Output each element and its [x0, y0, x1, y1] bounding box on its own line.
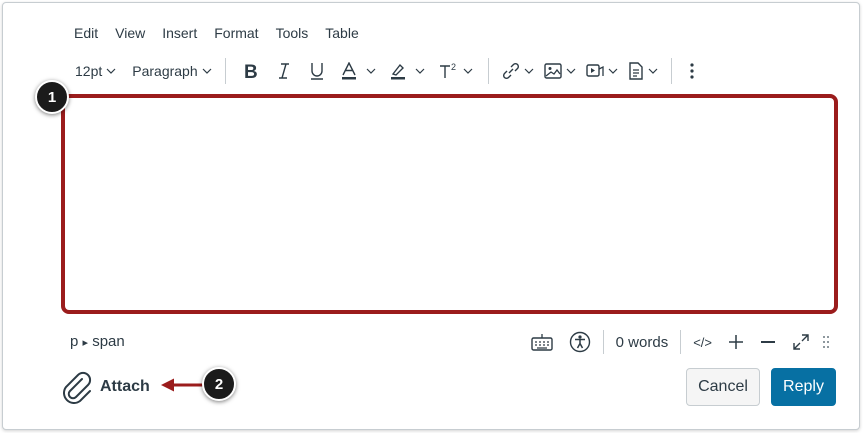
- menu-format[interactable]: Format: [214, 24, 258, 42]
- chevron-down-icon: [366, 68, 376, 74]
- fullscreen-button[interactable]: [784, 328, 818, 356]
- svg-text:B: B: [244, 62, 258, 80]
- path-separator: ▸: [82, 337, 89, 349]
- highlight-color-icon: [390, 63, 405, 80]
- drag-handle-icon: [823, 336, 829, 348]
- text-color-icon: [341, 62, 356, 80]
- image-icon: [543, 63, 562, 79]
- editor-statusbar: p ▸ span 0 words </>: [60, 326, 840, 358]
- document-icon: [628, 62, 643, 80]
- minus-icon: [761, 341, 775, 343]
- chevron-down-icon: [566, 68, 576, 74]
- link-button[interactable]: [497, 57, 539, 85]
- editor-content-area[interactable]: [61, 94, 838, 314]
- italic-button[interactable]: [268, 57, 300, 85]
- code-icon: </>: [693, 334, 712, 350]
- statusbar-divider: [680, 330, 682, 354]
- chevron-down-icon: [415, 68, 425, 74]
- accessibility-checker-button[interactable]: [561, 328, 599, 356]
- svg-text:2: 2: [451, 62, 456, 72]
- increase-height-button[interactable]: [720, 328, 752, 356]
- html-editor-toggle[interactable]: </>: [685, 328, 720, 356]
- chevron-down-icon: [202, 68, 212, 74]
- expand-icon: [793, 334, 809, 350]
- decrease-height-button[interactable]: [752, 328, 784, 356]
- chevron-down-icon: [648, 68, 658, 74]
- bold-button[interactable]: B: [234, 57, 268, 85]
- underline-icon: [310, 63, 323, 80]
- block-format-value: Paragraph: [132, 63, 198, 79]
- path-span[interactable]: span: [92, 333, 125, 350]
- font-size-select[interactable]: 12pt: [70, 57, 121, 85]
- superscript-button[interactable]: 2: [432, 57, 480, 85]
- toolbar-divider: [670, 58, 672, 84]
- more-options-icon: [690, 63, 694, 79]
- menu-view[interactable]: View: [115, 24, 145, 42]
- image-button[interactable]: [539, 57, 581, 85]
- text-color-button[interactable]: [334, 57, 383, 85]
- paperclip-icon: [63, 371, 92, 404]
- media-icon: [585, 64, 604, 77]
- accessibility-icon: [569, 331, 590, 353]
- bold-icon: B: [244, 62, 258, 80]
- chevron-down-icon: [463, 68, 473, 74]
- chevron-down-icon: [524, 68, 534, 74]
- statusbar-divider: [602, 330, 604, 354]
- italic-icon: [278, 63, 289, 79]
- keyboard-shortcuts-button[interactable]: [523, 328, 561, 356]
- formatting-toolbar: 12pt Paragraph B 2: [70, 57, 704, 85]
- element-path: p ▸ span: [70, 333, 125, 350]
- toolbar-divider: [487, 58, 489, 84]
- reply-button[interactable]: Reply: [771, 368, 836, 406]
- attach-button[interactable]: Attach: [60, 370, 150, 404]
- cancel-button[interactable]: Cancel: [686, 368, 760, 406]
- menu-edit[interactable]: Edit: [74, 24, 98, 42]
- word-count[interactable]: 0 words: [608, 334, 677, 351]
- menu-table[interactable]: Table: [325, 24, 358, 42]
- callout-badge-1: 1: [35, 80, 69, 114]
- keyboard-icon: [530, 334, 553, 351]
- link-icon: [502, 62, 519, 80]
- more-options-button[interactable]: [680, 57, 704, 85]
- callout-badge-2: 2: [202, 367, 236, 401]
- resize-handle[interactable]: [818, 328, 834, 356]
- highlight-color-button[interactable]: [383, 57, 432, 85]
- menu-insert[interactable]: Insert: [162, 24, 197, 42]
- plus-icon: [729, 335, 743, 349]
- chevron-down-icon: [608, 68, 618, 74]
- superscript-icon: 2: [439, 62, 456, 78]
- font-size-value: 12pt: [75, 63, 103, 79]
- block-format-select[interactable]: Paragraph: [127, 57, 216, 85]
- media-button[interactable]: [581, 57, 623, 85]
- statusbar-actions: 0 words </>: [523, 328, 834, 356]
- underline-button[interactable]: [300, 57, 334, 85]
- menubar: Edit View Insert Format Tools Table: [74, 24, 376, 42]
- attach-label: Attach: [100, 378, 150, 395]
- chevron-down-icon: [106, 68, 116, 74]
- toolbar-divider: [224, 58, 226, 84]
- menu-tools[interactable]: Tools: [276, 24, 309, 42]
- path-p[interactable]: p: [70, 333, 78, 350]
- document-button[interactable]: [623, 57, 663, 85]
